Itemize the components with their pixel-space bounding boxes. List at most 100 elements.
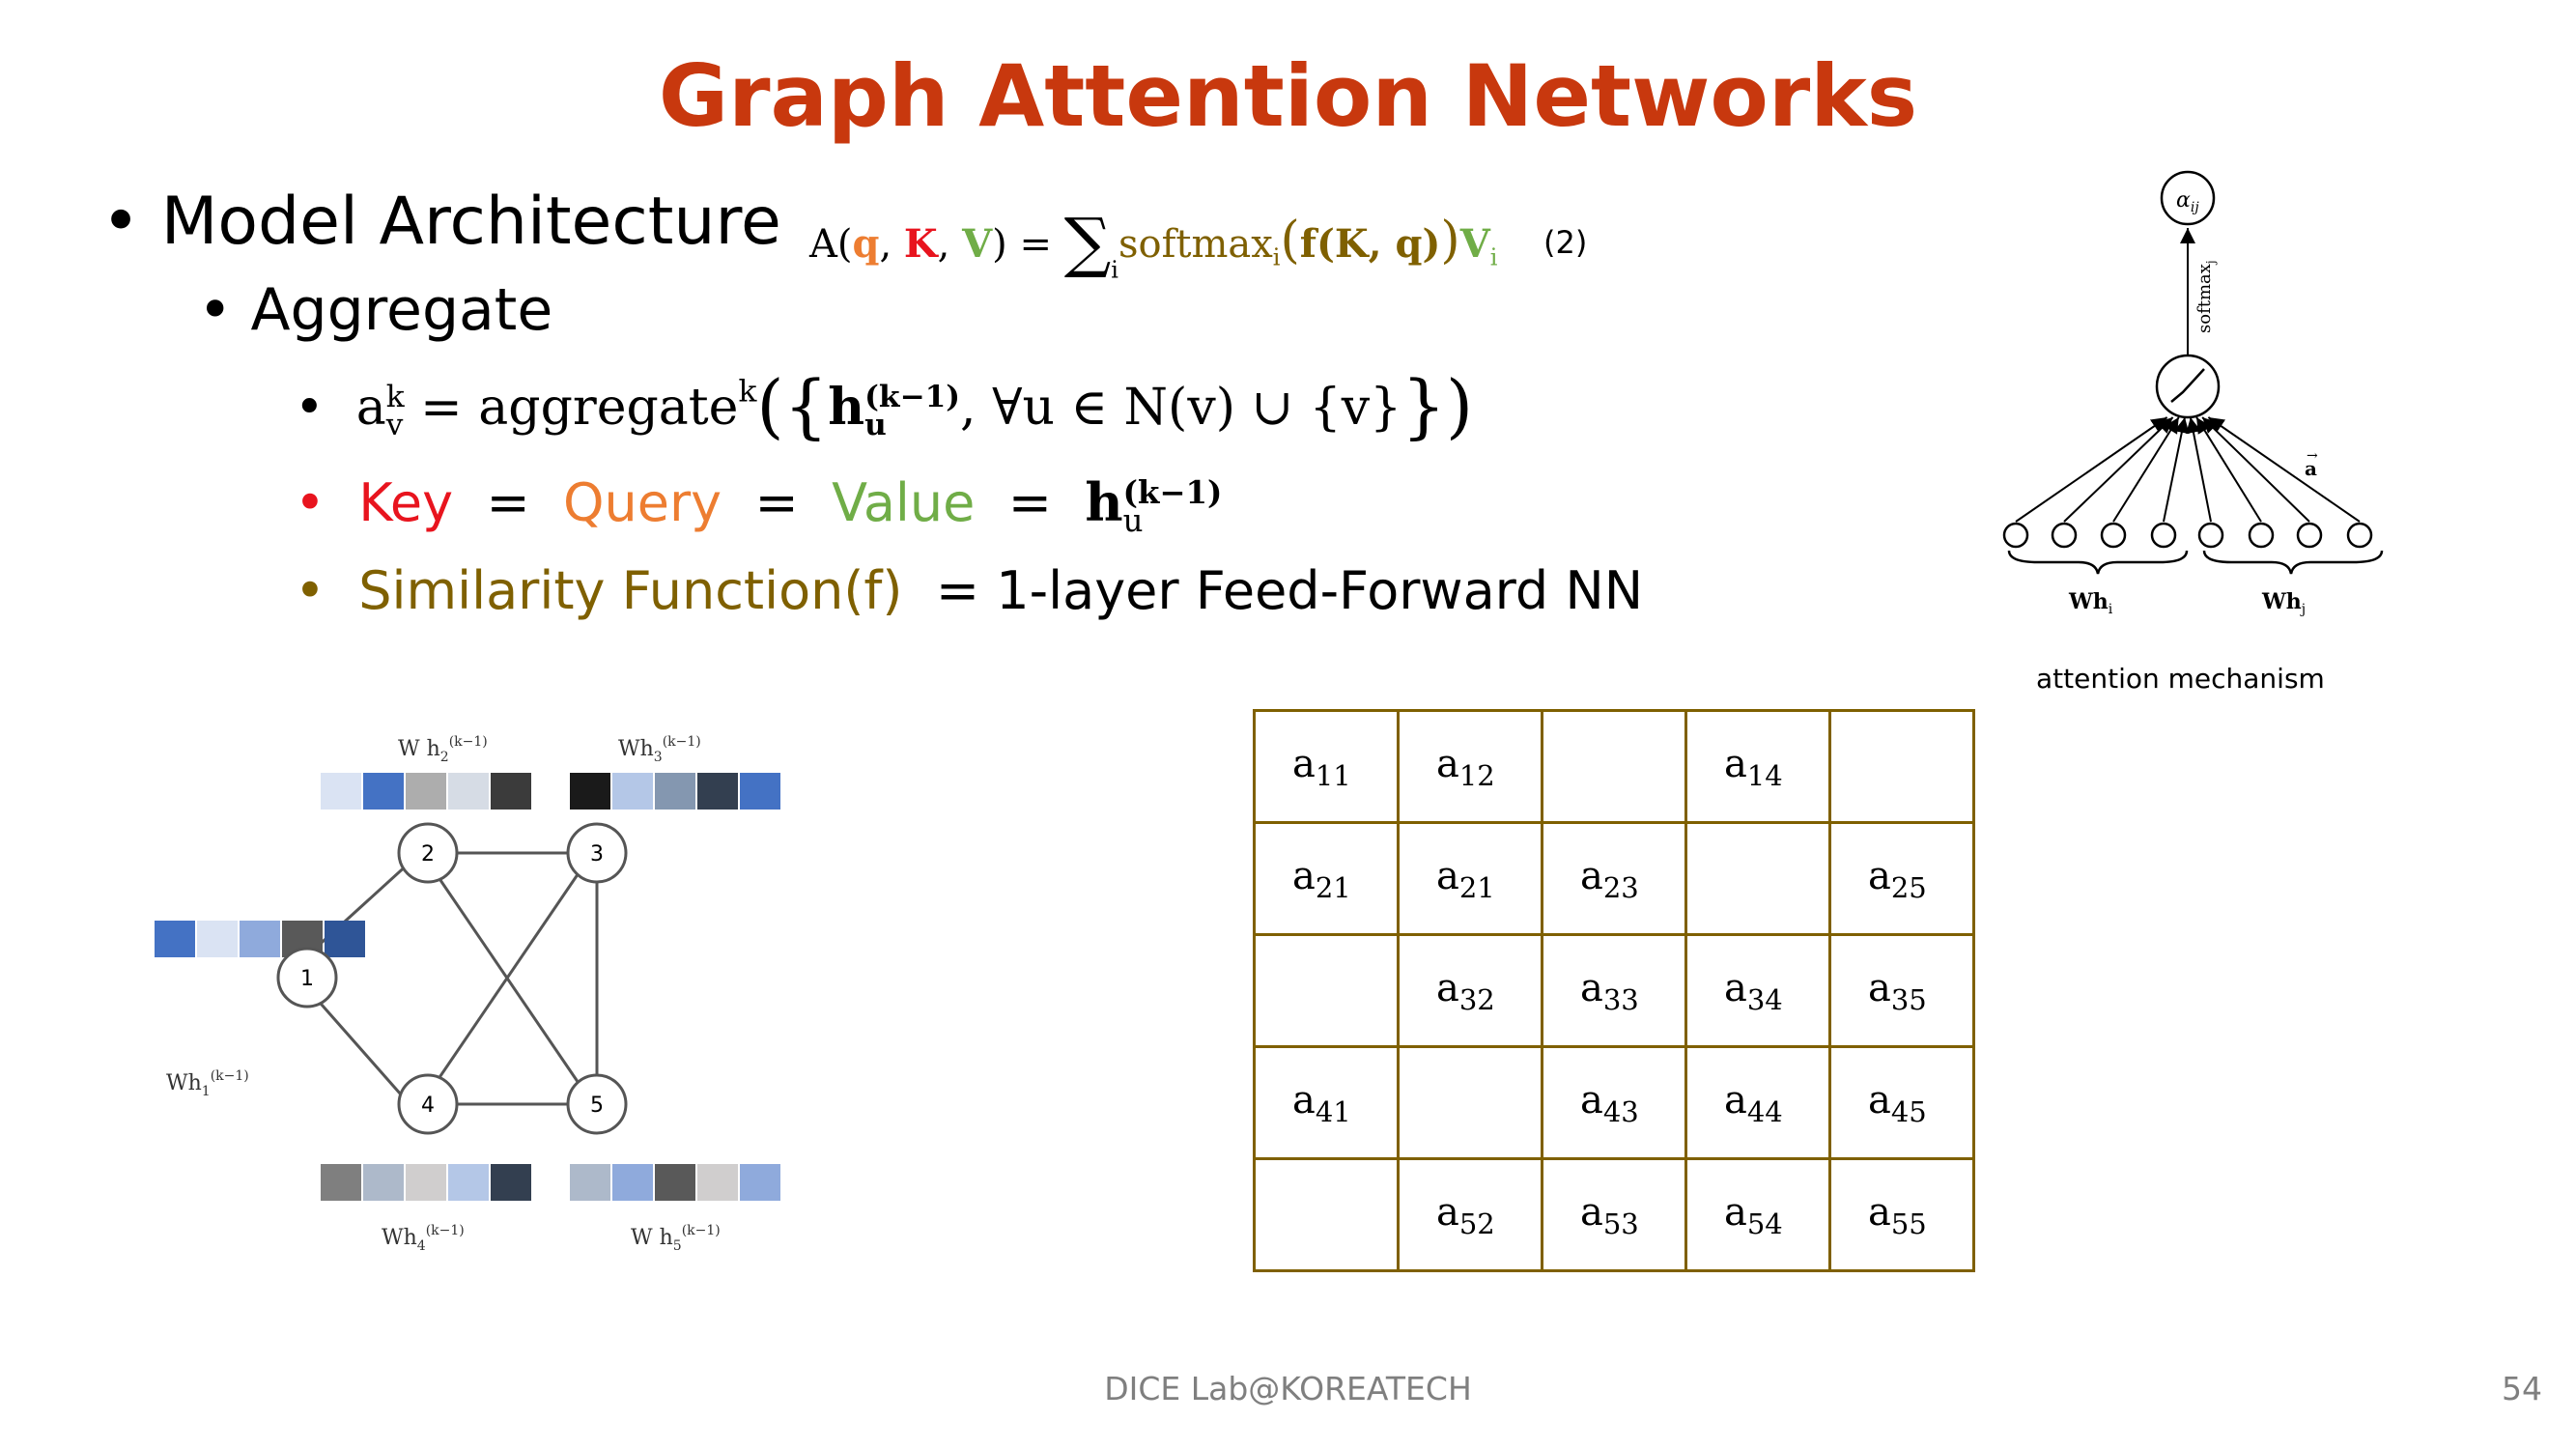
matrix-cell-index: 41 [1315,1094,1351,1128]
input-node [2051,522,2078,549]
brace-right [2202,550,2384,575]
bullet-dot: • [101,184,161,260]
vector-cell [570,1164,610,1201]
matrix-cell-index: 54 [1746,1207,1783,1240]
input-connection [2163,416,2190,523]
matrix-cell-letter: a [1580,1077,1603,1122]
vector-cell [325,921,365,957]
Vi-sub: i [1489,243,1498,271]
vector-cell [740,773,780,810]
input-connection [2207,416,2361,523]
graph-edges [291,851,599,1106]
matrix-cell-letter: a [1724,965,1747,1010]
input-node [2002,522,2029,549]
matrix-cell: a53 [1541,1157,1687,1272]
matrix-cell-index: 23 [1602,870,1639,904]
matrix-cell-letter: a [1292,853,1316,898]
matrix-cell-index: 21 [1315,870,1351,904]
input-connection [2195,416,2262,523]
input-connection [2015,416,2168,523]
matrix-cell-index: 32 [1458,982,1495,1016]
agg-fn-sup: k [738,374,757,410]
matrix-row: a21 a21 a23 a25 [1253,821,1975,936]
graph-node-label: 1 [300,967,314,991]
vector-cell [197,921,238,957]
agg-rest: , ∀u ∈ N(v) ∪ {v} [960,379,1402,437]
kqv-h: h (k−1) u [1085,471,1222,536]
bullet-text: Model Architecture [160,184,781,260]
vector-cell [697,773,738,810]
attention-mechanism-figure: αij softmaxj a → Whi Whj [2002,170,2384,617]
formula-lhs: A( [809,222,853,267]
vector-cell [321,773,361,810]
embedding-vectors [155,773,780,1201]
matrix-cell-index: 52 [1458,1207,1495,1240]
matrix-cell: a45 [1828,1045,1975,1160]
matrix-cell-index: 45 [1890,1094,1927,1128]
matrix-cell-index: 34 [1746,982,1783,1016]
matrix-cell-letter: a [1436,853,1459,898]
input-node [2296,522,2323,549]
matrix-cell-letter: a [1580,1189,1603,1235]
matrix-cell: a44 [1684,1045,1831,1160]
matrix-cell-index: 25 [1890,870,1927,904]
vector-cell [740,1164,780,1201]
graph-figure: 1 2 3 4 5 W h2(k−1) Wh3(k−1) Wh1(k−1) Wh4(k−… [155,734,780,1254]
softmax-label: softmaxj [2194,260,2218,333]
matrix-cell-letter: a [1868,1077,1891,1122]
matrix-row: a41 a43 a44 a45 [1253,1045,1975,1160]
matrix-cell-index: 11 [1315,758,1351,792]
vector-cell [612,1164,653,1201]
matrix-cell [1828,709,1975,824]
label-wh2: W h2(k−1) [398,734,488,765]
matrix-cell: a34 [1684,933,1831,1048]
vector-cell [570,773,610,810]
vector-cell [155,921,195,957]
agg-brace-open: { [783,365,829,446]
matrix-cell [1253,1157,1400,1272]
vector-cell [491,773,531,810]
matrix-cell: a23 [1541,821,1687,936]
bullet-text: Aggregate [250,276,553,344]
matrix-cell-index: 55 [1890,1207,1927,1240]
formula-K: K [903,221,938,267]
input-node [2100,522,2127,549]
input-node [2248,522,2275,549]
vector-cell [612,773,653,810]
matrix-cell-index: 14 [1746,758,1783,792]
matrix-cell-letter: a [1724,1077,1747,1122]
paren-close: ) [1440,212,1460,270]
agg-paren-open: ( [756,365,784,446]
agg-a: a [355,379,386,437]
input-connection [2186,416,2212,523]
eq-sign: = [754,472,799,533]
bullet-dot: • [295,560,359,621]
eq-sign: = [1007,472,1052,533]
agg-equals: = aggregate [404,379,739,437]
agg-sub-v: v [385,407,404,442]
query-label: Query [563,472,722,533]
matrix-cell-index: 21 [1458,870,1495,904]
input-connection [2201,416,2310,523]
vector-cell [697,1164,738,1201]
attention-caption: attention mechanism [2036,663,2325,695]
matrix-row: a11 a12 a14 [1253,709,1975,824]
formula-f: f(K, q) [1299,221,1441,267]
matrix-cell: a33 [1541,933,1687,1048]
bullet-dot: • [295,379,356,437]
kqv-h-letter: h [1085,471,1123,533]
matrix-cell-letter: a [1292,741,1316,786]
slide-title: Graph Attention Networks [658,46,1918,146]
agg-brace-close: } [1401,365,1446,446]
vector-cell [491,1164,531,1201]
matrix-cell: a52 [1397,1157,1543,1272]
graph-node-label: 3 [590,842,604,867]
page-number: 54 [2502,1370,2542,1407]
matrix-cell-letter: a [1580,853,1603,898]
matrix-cell [1397,1045,1543,1160]
graph-nodes: 1 2 3 4 5 [276,822,628,1135]
bullet-dot: • [295,472,359,533]
vector-cell [363,773,404,810]
matrix-cell-index: 12 [1458,758,1495,792]
vector-cell [655,773,695,810]
